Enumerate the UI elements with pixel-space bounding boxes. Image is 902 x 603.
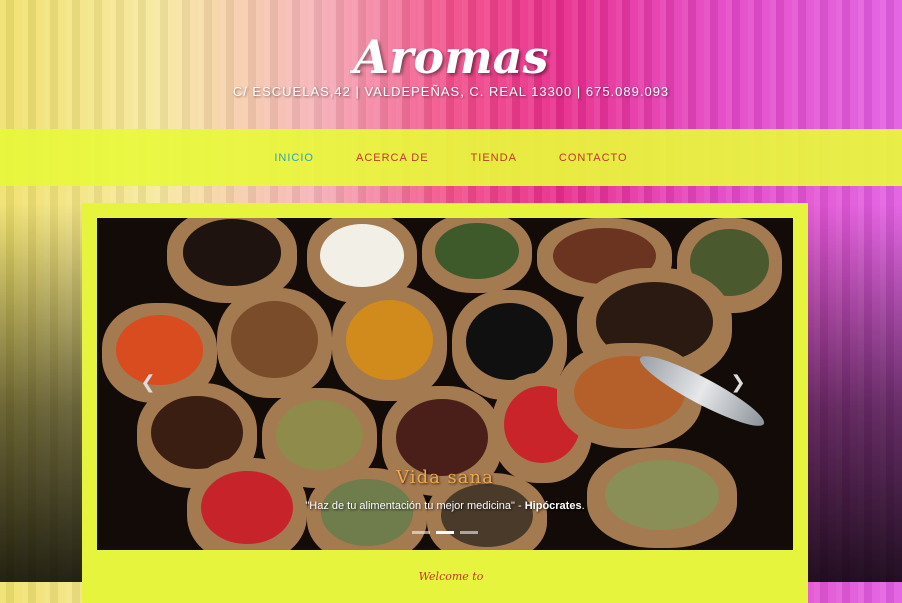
main-navigation: INICIO ACERCA DE TIENDA CONTACTO [0, 129, 902, 186]
nav-item-contacto[interactable]: CONTACTO [538, 152, 649, 164]
carousel-indicator-3[interactable] [460, 531, 478, 534]
welcome-heading: Welcome to [418, 570, 484, 583]
quote-end: . [581, 500, 585, 512]
carousel-indicator-2[interactable] [436, 531, 454, 534]
site-logo-title[interactable]: Aromas [0, 30, 902, 84]
image-carousel[interactable]: ❮ ❯ Vida sana "Haz de tu alimentación tu… [97, 218, 793, 550]
chevron-left-icon: ❮ [140, 372, 156, 393]
nav-item-acerca-de[interactable]: ACERCA DE [335, 152, 450, 164]
carousel-prev-button[interactable]: ❮ [137, 372, 159, 394]
nav-item-tienda[interactable]: TIENDA [450, 152, 538, 164]
slide-caption-quote: "Haz de tu alimentación tu mejor medicin… [97, 500, 793, 512]
slide-caption-title: Vida sana [396, 467, 494, 488]
store-address: C/ ESCUELAS,42 | VALDEPEÑAS, C. REAL 133… [232, 84, 670, 99]
quote-author: Hipócrates [524, 500, 582, 512]
nav-item-inicio[interactable]: INICIO [253, 152, 335, 164]
site-header: Aromas C/ ESCUELAS,42 | VALDEPEÑAS, C. R… [0, 0, 902, 128]
carousel-next-button[interactable]: ❯ [727, 372, 749, 394]
carousel-indicators [97, 531, 793, 534]
carousel-indicator-1[interactable] [412, 531, 430, 534]
chevron-right-icon: ❯ [730, 372, 746, 393]
quote-text: "Haz de tu alimentación tu mejor medicin… [305, 500, 525, 512]
